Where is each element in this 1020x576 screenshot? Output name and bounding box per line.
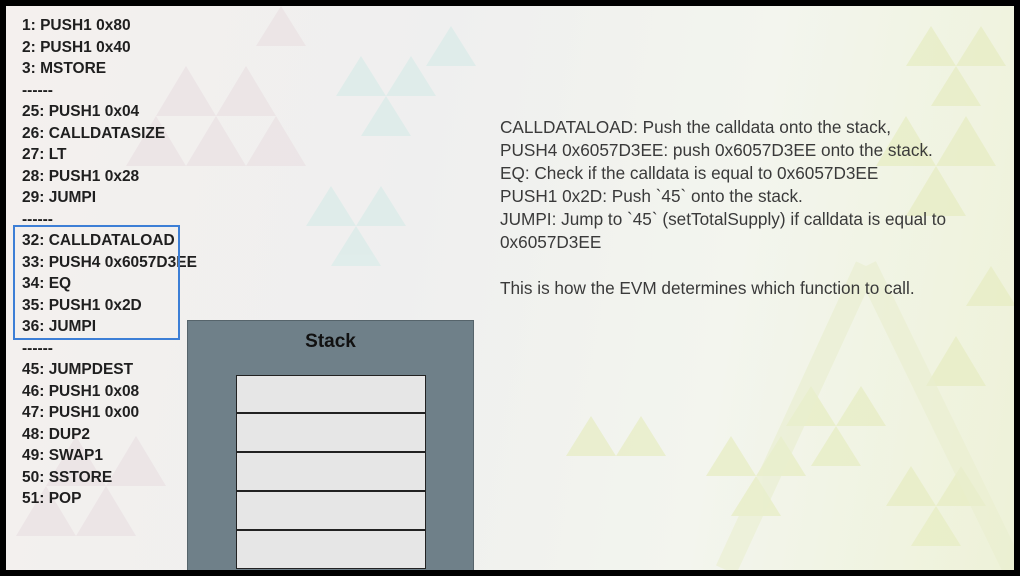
opcode-line: 3: MSTORE [22,60,107,77]
stack-slot [236,413,426,452]
separator-line: ------ [22,81,53,99]
stack-title: Stack [305,331,356,352]
opcode-line: 46: PUSH1 0x08 [22,382,140,400]
stack-slot [236,452,426,491]
opcode-line: 45: JUMPDEST [22,361,134,378]
stack-slot [236,375,426,413]
opcode-line: 49: SWAP1 [22,447,103,464]
explanation-line: PUSH1 0x2D: Push `45` onto the stack. [500,186,803,206]
opcode-line: 26: CALLDATASIZE [22,124,166,142]
stack-slot [236,530,426,569]
opcode-line: 48: DUP2 [22,425,91,443]
slide: 1: PUSH1 0x80 2: PUSH1 0x40 3: MSTORE --… [6,6,1014,570]
stack-cells [236,375,426,569]
highlight-box [13,225,180,340]
opcode-line: 27: LT [22,146,67,163]
explanation-summary: This is how the EVM determines which fun… [500,278,915,298]
opcode-line: 47: PUSH1 0x00 [22,404,140,421]
opcode-line: 25: PUSH1 0x04 [22,103,140,120]
opcode-line: 1: PUSH1 0x80 [22,17,131,34]
explanation-line: PUSH4 0x6057D3EE: push 0x6057D3EE onto t… [500,140,933,160]
explanation-line: CALLDATALOAD: Push the calldata onto the… [500,117,892,137]
explanation-line: EQ: Check if the calldata is equal to 0x… [500,163,879,183]
explanation-line: 0x6057D3EE [500,232,602,252]
opcode-line: 51: POP [22,490,82,507]
explanation-text: CALLDATALOAD: Push the calldata onto the… [500,116,1006,300]
stack-panel: Stack [187,320,474,570]
explanation-line: JUMPI: Jump to `45` (setTotalSupply) if … [500,209,947,229]
separator-line: ------ [22,339,53,357]
opcode-line: 50: SSTORE [22,468,113,486]
stack-slot [236,491,426,530]
opcode-line: 2: PUSH1 0x40 [22,38,131,56]
opcode-line: 28: PUSH1 0x28 [22,167,140,185]
opcode-line: 29: JUMPI [22,189,97,206]
